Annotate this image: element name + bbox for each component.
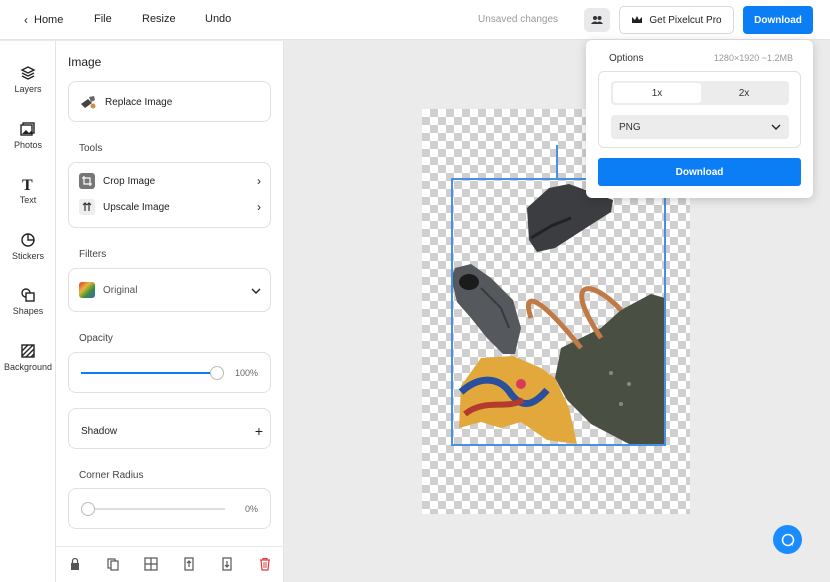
- rail-label-shapes: Shapes: [12, 306, 44, 316]
- rail-item-layers[interactable]: Layers: [0, 65, 56, 94]
- home-label: Home: [34, 14, 64, 26]
- send-backward-icon[interactable]: [220, 557, 234, 571]
- file-menu[interactable]: File: [94, 13, 112, 25]
- corner-radius-card: 0%: [68, 488, 271, 529]
- opacity-label: Opacity: [79, 333, 113, 344]
- shadow-toggle[interactable]: Shadow +: [68, 408, 271, 449]
- rail-label-stickers: Stickers: [11, 251, 44, 261]
- upscale-icon: [79, 199, 95, 215]
- photos-icon: [20, 122, 35, 136]
- undo-button[interactable]: Undo: [205, 13, 231, 25]
- chevron-down-icon: [251, 283, 261, 297]
- help-chat-button[interactable]: [773, 525, 802, 554]
- resize-menu[interactable]: Resize: [142, 13, 176, 25]
- image-panel: Image Replace Image Tools Crop Image › U…: [56, 41, 284, 582]
- shapes-icon: [21, 288, 35, 302]
- download-options-popup: Options 1280×1920 ~1.2MB 1x 2x PNG Downl…: [586, 40, 813, 198]
- opacity-value: 100%: [235, 368, 259, 378]
- delete-icon[interactable]: [258, 557, 272, 571]
- crop-image-label: Crop Image: [103, 175, 156, 187]
- top-bar: ‹ Home File Resize Undo Unsaved changes …: [0, 0, 830, 40]
- replace-image-label: Replace Image: [105, 96, 173, 108]
- corner-radius-label: Corner Radius: [79, 470, 144, 481]
- save-status: Unsaved changes: [478, 14, 559, 25]
- chevron-left-icon: ‹: [24, 13, 28, 27]
- upscale-image-label: Upscale Image: [103, 201, 170, 213]
- options-label: Options: [609, 53, 644, 64]
- bring-forward-icon[interactable]: [182, 557, 196, 571]
- lock-icon[interactable]: [68, 557, 82, 571]
- rotate-handle[interactable]: [556, 145, 558, 178]
- opacity-card: 100%: [68, 352, 271, 393]
- duplicate-icon[interactable]: [106, 557, 120, 571]
- rail-label-photos: Photos: [13, 140, 43, 150]
- scale-option-2x[interactable]: 2x: [700, 83, 788, 103]
- background-icon: [21, 344, 35, 358]
- svg-text:T: T: [22, 177, 33, 192]
- layers-icon: [20, 66, 36, 80]
- plus-icon: +: [254, 423, 263, 439]
- rail-item-stickers[interactable]: Stickers: [0, 232, 56, 261]
- filter-select[interactable]: Original: [68, 268, 271, 312]
- get-pro-label: Get Pixelcut Pro: [649, 14, 722, 26]
- opacity-slider-fill: [81, 372, 217, 374]
- selection-box[interactable]: [451, 178, 666, 446]
- crop-icon: [79, 173, 95, 189]
- format-select[interactable]: PNG: [611, 115, 789, 139]
- chevron-right-icon: ›: [257, 174, 261, 188]
- tool-rail: Layers Photos T Text Stickers Shapes Bac…: [0, 41, 56, 582]
- download-button[interactable]: Download: [743, 6, 813, 34]
- align-icon[interactable]: [144, 557, 158, 571]
- shadow-label: Shadow: [81, 425, 118, 437]
- rail-item-photos[interactable]: Photos: [0, 121, 56, 150]
- rail-item-background[interactable]: Background: [0, 343, 56, 372]
- chevron-right-icon: ›: [257, 200, 261, 214]
- format-value: PNG: [619, 121, 641, 133]
- scale-toggle: 1x 2x: [611, 81, 789, 105]
- filter-thumbnail-icon: [79, 282, 95, 298]
- crop-image-button[interactable]: Crop Image ›: [79, 173, 261, 189]
- panel-title: Image: [68, 55, 102, 69]
- popup-download-button[interactable]: Download: [598, 158, 801, 186]
- rail-item-shapes[interactable]: Shapes: [0, 287, 56, 316]
- share-button[interactable]: [584, 8, 610, 32]
- filter-value: Original: [103, 284, 138, 296]
- layer-actions-bar: [56, 546, 284, 582]
- corner-radius-value: 0%: [245, 504, 259, 514]
- export-size: 1280×1920 ~1.2MB: [713, 53, 793, 63]
- people-icon: [591, 16, 603, 24]
- corner-slider-knob[interactable]: [81, 502, 95, 516]
- stickers-icon: [21, 233, 35, 247]
- rail-label-background: Background: [3, 362, 53, 372]
- crown-icon: [632, 16, 643, 23]
- options-box: 1x 2x PNG: [598, 71, 801, 148]
- opacity-slider-knob[interactable]: [210, 366, 224, 380]
- chat-icon: [781, 533, 794, 546]
- image-thumbnail-icon: [81, 96, 96, 109]
- rail-label-text: Text: [19, 195, 37, 205]
- scale-option-1x[interactable]: 1x: [613, 83, 701, 103]
- filters-label: Filters: [79, 249, 107, 260]
- tools-card: Crop Image › Upscale Image ›: [68, 162, 271, 228]
- chevron-down-icon: [771, 122, 781, 133]
- upscale-image-button[interactable]: Upscale Image ›: [79, 199, 261, 215]
- home-button[interactable]: ‹ Home: [24, 13, 63, 27]
- tools-label: Tools: [79, 143, 103, 154]
- rail-item-text[interactable]: T Text: [0, 176, 56, 205]
- replace-image-button[interactable]: Replace Image: [68, 81, 271, 122]
- corner-slider-track[interactable]: [81, 508, 225, 510]
- text-icon: T: [22, 177, 33, 192]
- rail-label-layers: Layers: [14, 84, 42, 94]
- get-pro-button[interactable]: Get Pixelcut Pro: [619, 6, 734, 34]
